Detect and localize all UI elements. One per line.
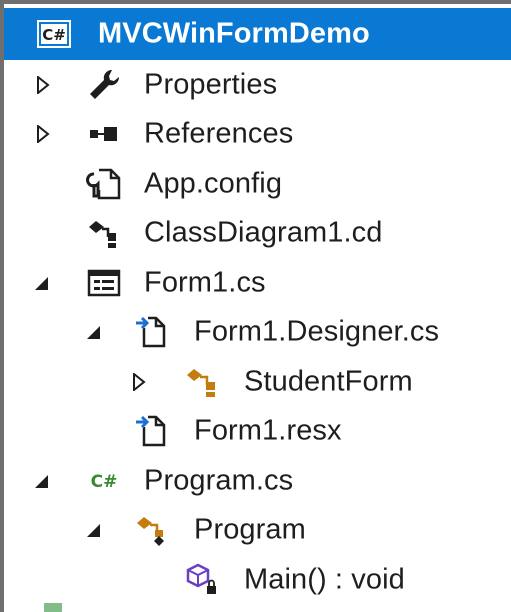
tree-item-form1-resx[interactable]: Form1.resx — [4, 407, 511, 457]
tree-item-label: StudentForm — [244, 365, 413, 398]
config-file-icon — [86, 166, 122, 202]
tree-item-form1-designer[interactable]: Form1.Designer.cs — [4, 308, 511, 358]
tree-item-label: Form1.resx — [194, 414, 342, 447]
class-diagram-icon — [86, 215, 122, 251]
tree-item-label: ClassDiagram1.cd — [144, 216, 383, 249]
tree-item-label: App.config — [144, 167, 283, 200]
tree-item-form1-cs[interactable]: Form1.cs — [4, 258, 511, 308]
collapse-triangle-icon[interactable] — [82, 321, 104, 343]
solution-explorer-tree: C# MVCWinFormDemo Properties References … — [4, 8, 511, 605]
class-icon — [184, 364, 220, 400]
tree-item-properties[interactable]: Properties — [4, 60, 511, 110]
csharp-file-icon: C# — [86, 463, 122, 499]
tree-item-program-cs[interactable]: C# Program.cs — [4, 456, 511, 506]
private-method-icon — [184, 562, 220, 598]
tree-item-app-config[interactable]: App.config — [4, 159, 511, 209]
tree-item-label: References — [144, 117, 294, 150]
window-frame-top — [0, 0, 511, 4]
tree-item-label: Program — [194, 513, 306, 546]
tree-item-main-method[interactable]: Main() : void — [4, 555, 511, 605]
windows-form-icon — [86, 265, 122, 301]
dependent-file-icon — [134, 413, 170, 449]
csharp-project-icon: C# — [36, 16, 72, 52]
tree-item-project[interactable]: C# MVCWinFormDemo — [4, 8, 511, 60]
collapse-triangle-icon[interactable] — [82, 519, 104, 541]
svg-text:C#: C# — [91, 472, 118, 492]
collapse-triangle-icon[interactable] — [30, 470, 52, 492]
tree-item-label: Properties — [144, 68, 278, 101]
project-name: MVCWinFormDemo — [98, 17, 370, 50]
tree-item-references[interactable]: References — [4, 110, 511, 160]
expand-chevron-icon[interactable] — [32, 123, 54, 145]
dependent-file-icon — [134, 314, 170, 350]
static-class-icon — [134, 512, 170, 548]
references-icon — [86, 116, 122, 152]
expand-chevron-icon[interactable] — [32, 74, 54, 96]
tree-item-label: Program.cs — [144, 464, 294, 497]
tree-item-program-class[interactable]: Program — [4, 506, 511, 556]
next-item-icon-partial — [44, 603, 62, 612]
expand-chevron-icon[interactable] — [128, 371, 150, 393]
wrench-icon — [86, 67, 122, 103]
collapse-triangle-icon[interactable] — [30, 272, 52, 294]
tree-item-label: Main() : void — [244, 563, 405, 596]
tree-item-class-diagram[interactable]: ClassDiagram1.cd — [4, 209, 511, 259]
svg-text:C#: C# — [42, 26, 66, 44]
tree-item-student-form[interactable]: StudentForm — [4, 357, 511, 407]
tree-item-label: Form1.cs — [144, 266, 266, 299]
tree-item-label: Form1.Designer.cs — [194, 315, 440, 348]
